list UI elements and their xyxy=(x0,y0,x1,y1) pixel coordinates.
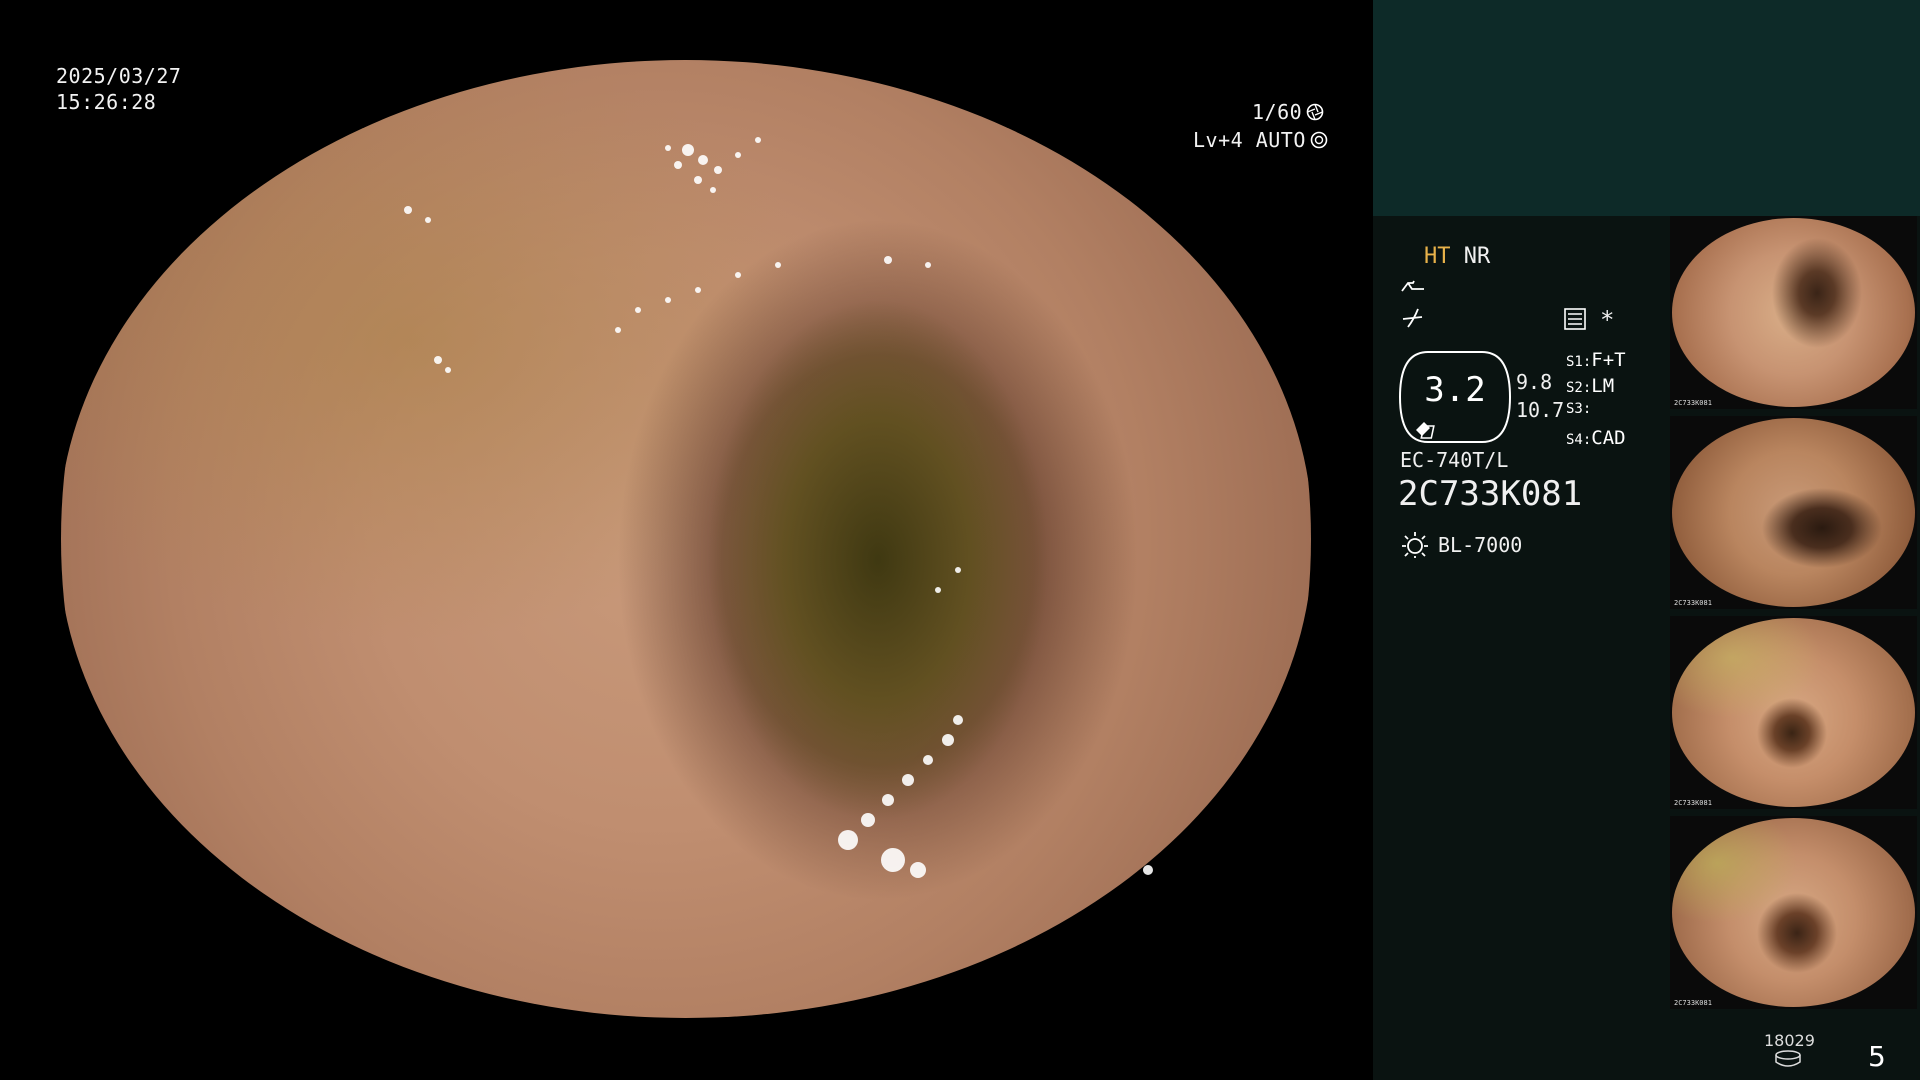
specular-highlights xyxy=(404,137,1153,878)
exam-time: 15:26:28 xyxy=(56,90,157,114)
contrast-curve-icon xyxy=(1402,308,1423,328)
capture-thumbnail[interactable]: 2C733K081 xyxy=(1670,216,1917,409)
mode-ht: HT xyxy=(1424,244,1451,269)
thumbnail-serial: 2C733K081 xyxy=(1674,799,1712,807)
scope-serial: 2C733K081 xyxy=(1398,474,1583,514)
measure-value-a: 9.8 xyxy=(1516,370,1553,394)
zoom-value: 3.2 xyxy=(1424,370,1486,410)
switch-s3: S3: xyxy=(1566,401,1592,417)
storage-count: 18029 xyxy=(1764,1031,1815,1050)
exam-date: 2025/03/27 xyxy=(56,64,182,88)
lamp-icon xyxy=(1402,532,1428,558)
switch-assignments: S1: F+T S2: LM S3: S4: CAD xyxy=(1566,349,1626,453)
enhancement-curve-icon xyxy=(1401,280,1424,292)
info-panel-header-area xyxy=(1373,0,1920,216)
asterisk-marker: * xyxy=(1600,306,1615,334)
iris-icon xyxy=(1310,131,1328,149)
thumbnail-serial: 2C733K081 xyxy=(1674,399,1712,407)
switch-s4: S4: CAD xyxy=(1566,427,1626,449)
storage-drive-icon xyxy=(1775,1050,1801,1067)
thumbnail-serial: 2C733K081 xyxy=(1674,599,1712,607)
endoscope-live-image xyxy=(58,60,1313,1018)
scope-model: EC-740T/L xyxy=(1400,448,1509,472)
light-source: BL-7000 xyxy=(1400,530,1522,560)
switch-s1: S1: F+T xyxy=(1566,349,1626,371)
thumbnail-serial: 2C733K081 xyxy=(1674,999,1712,1007)
level-mode: Lv+4 AUTO xyxy=(1193,128,1306,152)
light-source-model: BL-7000 xyxy=(1438,533,1523,557)
level-readout: Lv+4 AUTO xyxy=(1193,127,1328,153)
endoscope-main-view: 2025/03/27 15:26:28 1/60 Lv+4 AUTO xyxy=(0,0,1373,1080)
image-mode: HT NR xyxy=(1424,244,1490,269)
shutter-speed: 1/60 xyxy=(1252,100,1303,124)
capture-thumbnail[interactable]: 2C733K081 xyxy=(1670,616,1917,809)
aperture-icon xyxy=(1306,103,1324,121)
measure-value-b: 10.7 xyxy=(1516,398,1565,422)
capture-thumbnail[interactable]: 2C733K081 xyxy=(1670,816,1917,1009)
capture-thumbnail[interactable]: 2C733K081 xyxy=(1670,416,1917,609)
menu-list-icon xyxy=(1564,308,1586,330)
capture-count: 5 xyxy=(1868,1040,1886,1073)
mode-nr: NR xyxy=(1463,244,1491,269)
shutter-readout: 1/60 xyxy=(1252,99,1324,125)
switch-s2: S2: LM xyxy=(1566,375,1615,397)
